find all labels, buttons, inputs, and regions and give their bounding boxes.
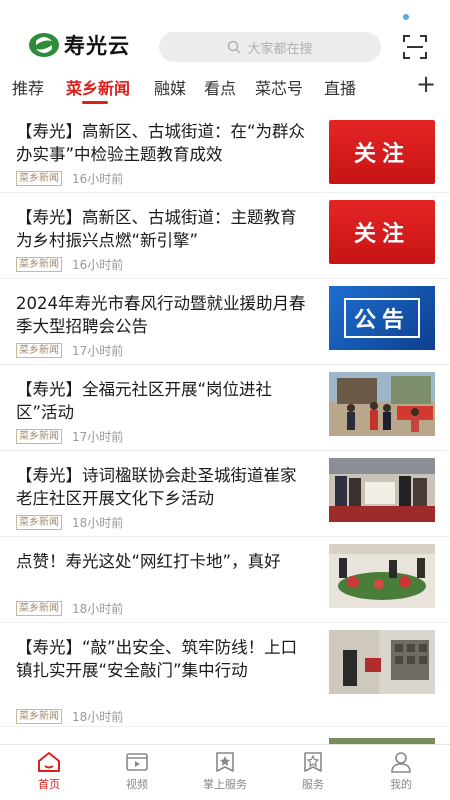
user-icon <box>391 752 411 773</box>
video-icon <box>126 753 148 771</box>
news-feed[interactable]: 【寿光】高新区、古城街道：在“为群众办实事”中检验主题教育成效 菜乡新闻 16小… <box>0 106 450 744</box>
app-name: 寿光云 <box>64 34 130 58</box>
nav-profile-label: 我的 <box>390 778 412 791</box>
news-item[interactable]: 【寿光】“敲”出安全、筑牢防线！上口镇扎实开展“安全敲门”集中行动 菜乡新闻 1… <box>0 630 450 736</box>
channel-tabs: 推荐 菜乡新闻 融媒 看点 菜芯号 直播 + <box>0 70 450 106</box>
news-thumbnail: 关注 <box>329 120 435 184</box>
nav-palm-service[interactable]: 掌上服务 <box>180 751 270 792</box>
news-item[interactable]: 【寿光】高新区、古城街道：在“为群众办实事”中检验主题教育成效 菜乡新闻 16小… <box>0 120 450 206</box>
bottom-navigation: 首页 视频 掌上服务 服务 我的 <box>0 744 450 800</box>
notification-dot <box>403 14 409 20</box>
news-tag: 菜乡新闻 <box>16 429 62 444</box>
nav-home[interactable]: 首页 <box>4 751 94 792</box>
news-photo <box>329 372 435 436</box>
tab-live[interactable]: 直播 <box>324 75 356 99</box>
nav-home-label: 首页 <box>38 778 60 791</box>
news-item[interactable]: 【寿光】高新区、古城街道：主题教育为乡村振兴点燃“新引擎” 菜乡新闻 16小时前… <box>0 200 450 292</box>
news-time: 17小时前 <box>72 344 124 358</box>
news-title: 【寿光】高新区、古城街道：在“为群众办实事”中检验主题教育成效 <box>16 122 306 164</box>
news-tag: 菜乡新闻 <box>16 171 62 186</box>
search-placeholder: 大家都在搜 <box>247 41 313 57</box>
news-meta: 菜乡新闻 17小时前 <box>16 428 123 445</box>
divider <box>0 622 450 623</box>
nav-service[interactable]: 服务 <box>268 751 358 792</box>
news-time: 16小时前 <box>72 258 124 272</box>
thumbnail-text: 关注 <box>353 142 410 167</box>
home-icon <box>38 752 60 772</box>
nav-video[interactable]: 视频 <box>92 751 182 792</box>
news-meta: 菜乡新闻 18小时前 <box>16 514 123 531</box>
news-time: 18小时前 <box>72 516 124 530</box>
news-photo <box>329 544 435 608</box>
news-time: 18小时前 <box>72 710 124 724</box>
divider <box>0 450 450 451</box>
news-time: 18小时前 <box>72 602 124 616</box>
news-item[interactable]: 【寿光】全福元社区开展“岗位进社区”活动 菜乡新闻 17小时前 <box>0 372 450 464</box>
thumbnail-text: 关注 <box>353 222 410 247</box>
search-input[interactable]: 大家都在搜 <box>159 32 381 62</box>
news-photo <box>329 458 435 522</box>
divider <box>0 364 450 365</box>
divider <box>0 278 450 279</box>
news-photo <box>329 630 435 694</box>
service-star-icon <box>216 752 234 772</box>
tab-caixinhao[interactable]: 菜芯号 <box>255 75 303 99</box>
news-title: 【寿光】全福元社区开展“岗位进社区”活动 <box>16 380 273 422</box>
scan-icon[interactable] <box>403 35 427 59</box>
news-tag: 菜乡新闻 <box>16 343 62 358</box>
news-meta: 菜乡新闻 18小时前 <box>16 708 123 725</box>
news-tag: 菜乡新闻 <box>16 709 62 724</box>
app-header: 寿光云 大家都在搜 <box>0 0 450 70</box>
news-meta: 菜乡新闻 16小时前 <box>16 170 123 187</box>
nav-profile[interactable]: 我的 <box>356 751 446 792</box>
nav-palm-service-label: 掌上服务 <box>203 778 247 791</box>
news-meta: 菜乡新闻 16小时前 <box>16 256 123 273</box>
tab-active-indicator <box>82 101 108 104</box>
search-icon <box>228 40 242 54</box>
tab-kandian[interactable]: 看点 <box>204 75 236 99</box>
news-tag: 菜乡新闻 <box>16 601 62 616</box>
news-meta: 菜乡新闻 17小时前 <box>16 342 123 359</box>
news-time: 16小时前 <box>72 172 124 186</box>
news-thumbnail: 公告 <box>329 286 435 350</box>
news-tag: 菜乡新闻 <box>16 515 62 530</box>
divider <box>0 536 450 537</box>
logo-icon <box>29 33 59 57</box>
star-card-icon <box>304 752 322 772</box>
news-title: 【寿光】“敲”出安全、筑牢防线！上口镇扎实开展“安全敲门”集中行动 <box>16 638 298 680</box>
tab-caixiang-news[interactable]: 菜乡新闻 <box>66 75 130 99</box>
news-title: 点赞！寿光这处“网红打卡地”，真好 <box>16 552 281 571</box>
tab-rongmei[interactable]: 融媒 <box>154 75 186 99</box>
news-tag: 菜乡新闻 <box>16 257 62 272</box>
tab-recommend[interactable]: 推荐 <box>12 75 44 99</box>
nav-video-label: 视频 <box>126 778 148 791</box>
news-item[interactable]: 【寿光】诗词楹联协会赴圣城街道崔家老庄社区开展文化下乡活动 菜乡新闻 18小时前 <box>0 458 450 550</box>
divider <box>0 192 450 193</box>
thumbnail-text: 公告 <box>343 298 420 338</box>
news-title: 【寿光】诗词楹联协会赴圣城街道崔家老庄社区开展文化下乡活动 <box>16 466 297 508</box>
news-time: 17小时前 <box>72 430 124 444</box>
news-thumbnail: 关注 <box>329 200 435 264</box>
news-title: 2024年寿光市春风行动暨就业援助月春季大型招聘会公告 <box>16 294 306 336</box>
news-meta: 菜乡新闻 18小时前 <box>16 600 123 617</box>
nav-service-label: 服务 <box>302 778 324 791</box>
news-item[interactable]: 点赞！寿光这处“网红打卡地”，真好 菜乡新闻 18小时前 <box>0 544 450 636</box>
news-item[interactable]: 2024年寿光市春风行动暨就业援助月春季大型招聘会公告 菜乡新闻 17小时前 公… <box>0 286 450 378</box>
divider <box>0 726 450 727</box>
add-channel-icon[interactable]: + <box>416 72 436 96</box>
app-logo[interactable]: 寿光云 <box>28 30 130 60</box>
news-title: 【寿光】高新区、古城街道：主题教育为乡村振兴点燃“新引擎” <box>16 208 297 250</box>
